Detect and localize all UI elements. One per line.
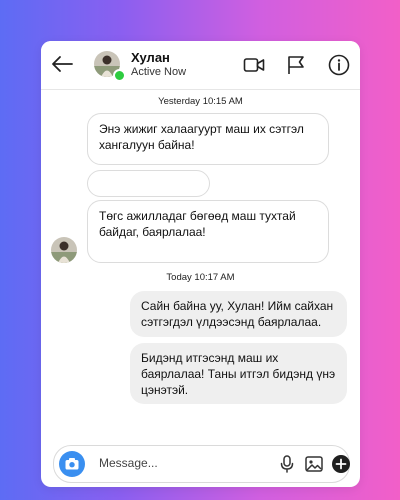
back-arrow-icon[interactable]: [51, 55, 73, 73]
camera-icon: [65, 458, 79, 470]
incoming-message-empty[interactable]: [87, 170, 210, 197]
chat-window: Хулан Active Now Yesterday 10:15 AM Энэ …: [41, 41, 360, 487]
timestamp-yesterday: Yesterday 10:15 AM: [158, 96, 243, 107]
info-icon[interactable]: [328, 54, 350, 76]
message-composer: Message...: [53, 445, 350, 483]
incoming-message[interactable]: Төгс ажилладаг бөгөөд маш тухтай байдаг,…: [87, 200, 329, 263]
contact-name: Хулан: [131, 50, 170, 65]
online-status-dot: [113, 69, 126, 82]
flag-icon[interactable]: [285, 54, 307, 76]
camera-button[interactable]: [59, 451, 85, 477]
message-input[interactable]: Message...: [99, 456, 158, 470]
outgoing-message[interactable]: Сайн байна уу, Хулан! Ийм сайхан сэтгэгд…: [130, 291, 347, 337]
microphone-icon[interactable]: [277, 454, 297, 474]
chat-header: Хулан Active Now: [41, 41, 360, 90]
add-icon[interactable]: [331, 454, 351, 474]
image-icon[interactable]: [304, 454, 324, 474]
outgoing-message[interactable]: Бидэнд итгэсэнд маш их баярлалаа! Таны и…: [130, 343, 347, 404]
timestamp-today: Today 10:17 AM: [166, 272, 235, 283]
contact-avatar-small[interactable]: [51, 237, 77, 263]
video-camera-icon[interactable]: [243, 54, 265, 76]
contact-status: Active Now: [131, 66, 187, 78]
incoming-message[interactable]: Энэ жижиг халаагуурт маш их сэтгэл ханга…: [87, 113, 329, 165]
